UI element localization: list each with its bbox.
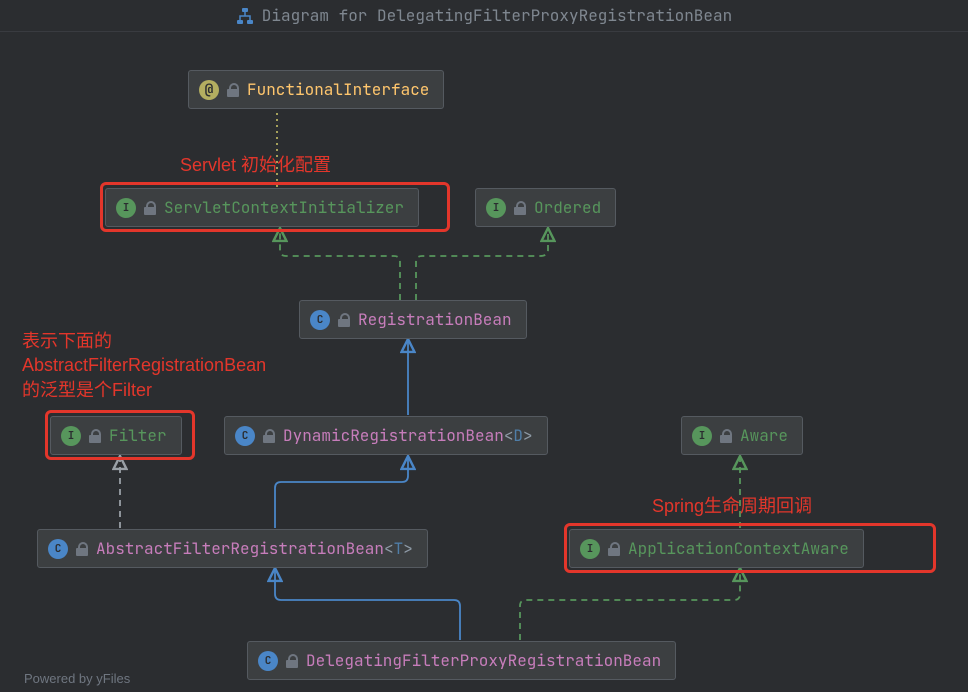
- annotation-servlet: Servlet 初始化配置: [180, 153, 331, 177]
- node-aware[interactable]: I Aware: [681, 416, 803, 455]
- interface-icon: I: [61, 426, 81, 446]
- node-servlet-context-initializer[interactable]: I ServletContextInitializer: [105, 188, 419, 227]
- lock-icon: [514, 201, 526, 215]
- diagram-titlebar: Diagram for DelegatingFilterProxyRegistr…: [0, 0, 968, 32]
- interface-icon: I: [116, 198, 136, 218]
- lock-icon: [89, 429, 101, 443]
- lock-icon: [76, 542, 88, 556]
- lock-icon: [144, 201, 156, 215]
- lock-icon: [338, 313, 350, 327]
- node-label: ApplicationContextAware: [628, 538, 849, 559]
- diagram-canvas[interactable]: ServletContextInitializer (dashed green)…: [0, 32, 968, 692]
- node-registration-bean[interactable]: C RegistrationBean: [299, 300, 527, 339]
- node-ordered[interactable]: I Ordered: [475, 188, 616, 227]
- node-abstract-filter-registration-bean[interactable]: C AbstractFilterRegistrationBean<T>: [37, 529, 428, 568]
- node-label: Ordered: [534, 197, 601, 218]
- lock-icon: [608, 542, 620, 556]
- lock-icon: [286, 654, 298, 668]
- node-label: RegistrationBean: [358, 309, 512, 330]
- node-label: AbstractFilterRegistrationBean<T>: [96, 538, 413, 559]
- annotation-icon: @: [199, 80, 219, 100]
- node-filter[interactable]: I Filter: [50, 416, 182, 455]
- interface-icon: I: [692, 426, 712, 446]
- class-icon: C: [258, 651, 278, 671]
- node-label: Aware: [740, 425, 788, 446]
- class-icon: C: [235, 426, 255, 446]
- footer-credit: Powered by yFiles: [24, 671, 130, 686]
- node-label: Filter: [109, 425, 167, 446]
- annotation-filter-generic: 表示下面的 AbstractFilterRegistrationBean 的泛型…: [22, 329, 266, 402]
- node-label: FunctionalInterface: [247, 79, 429, 100]
- node-functional-interface[interactable]: @ FunctionalInterface: [188, 70, 444, 109]
- diagram-icon: [236, 7, 254, 25]
- class-icon: C: [310, 310, 330, 330]
- lock-icon: [227, 83, 239, 97]
- node-dynamic-registration-bean[interactable]: C DynamicRegistrationBean<D>: [224, 416, 548, 455]
- diagram-title: Diagram for DelegatingFilterProxyRegistr…: [262, 5, 732, 26]
- class-icon: C: [48, 539, 68, 559]
- annotation-spring-callback: Spring生命周期回调: [652, 494, 812, 518]
- node-label: ServletContextInitializer: [164, 197, 404, 218]
- node-application-context-aware[interactable]: I ApplicationContextAware: [569, 529, 864, 568]
- lock-icon: [720, 429, 732, 443]
- node-label: DelegatingFilterProxyRegistrationBean: [306, 650, 661, 671]
- node-delegating-filter-proxy-registration-bean[interactable]: C DelegatingFilterProxyRegistrationBean: [247, 641, 676, 680]
- interface-icon: I: [486, 198, 506, 218]
- interface-icon: I: [580, 539, 600, 559]
- node-label: DynamicRegistrationBean<D>: [283, 425, 533, 446]
- lock-icon: [263, 429, 275, 443]
